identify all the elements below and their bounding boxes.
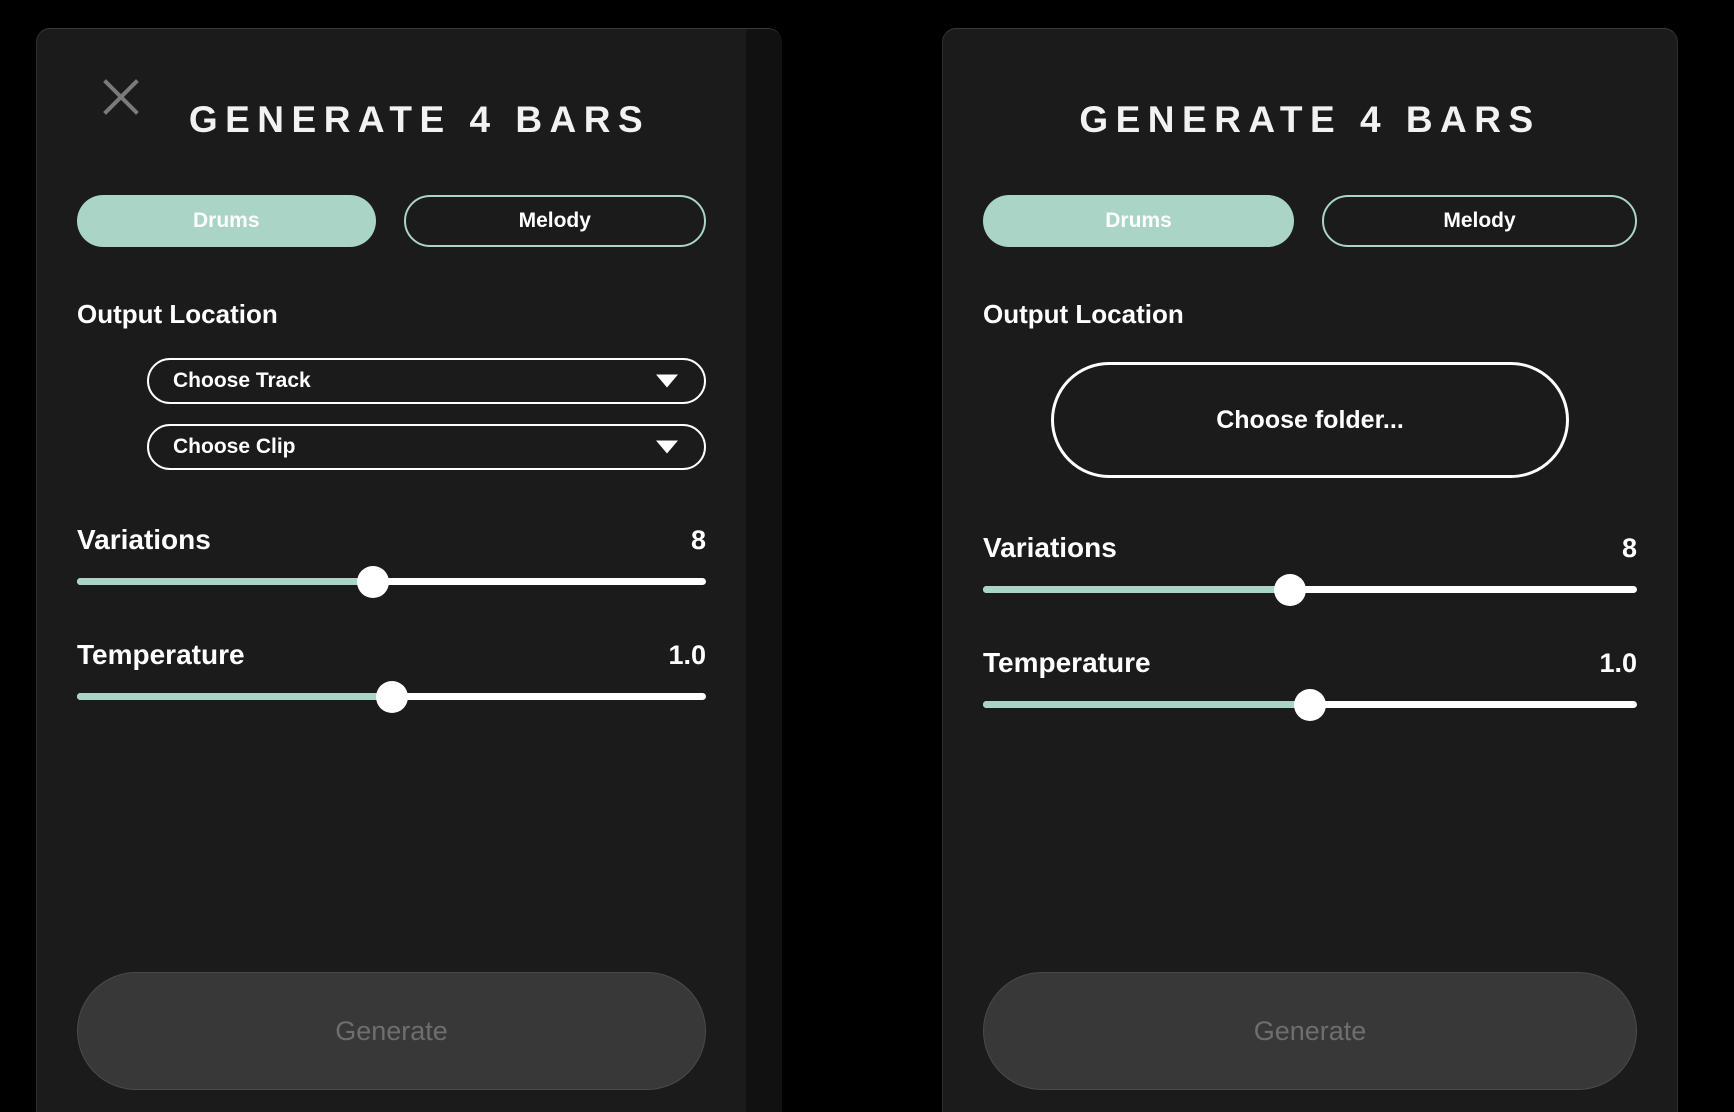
temperature-slider[interactable] bbox=[983, 688, 1637, 721]
variations-slider[interactable] bbox=[983, 573, 1637, 606]
mode-button-drums-label: Drums bbox=[1105, 209, 1172, 232]
temperature-slider-label: Temperature bbox=[983, 647, 1151, 678]
variations-slider-label: Variations bbox=[77, 524, 211, 555]
variations-slider-value: 8 bbox=[690, 525, 706, 555]
temperature-slider-value: 1.0 bbox=[1599, 648, 1637, 678]
temperature-slider-label: Temperature bbox=[77, 639, 245, 670]
choose-clip-dropdown[interactable]: Choose Clip bbox=[147, 424, 706, 470]
generate-dialog-track-mode: GENERATE 4 BARS Drums Melody Output Loca… bbox=[36, 28, 782, 1112]
mode-toggle-group: Drums Melody bbox=[37, 141, 782, 247]
variations-slider-label: Variations bbox=[983, 532, 1117, 563]
output-location-label: Output Location bbox=[77, 299, 278, 329]
mode-toggle-group: Drums Melody bbox=[943, 141, 1677, 247]
generate-button-wrap: Generate bbox=[77, 972, 706, 1090]
variations-slider-value: 8 bbox=[1621, 533, 1637, 563]
choose-track-dropdown[interactable]: Choose Track bbox=[147, 358, 706, 404]
temperature-slider-header: Temperature 1.0 bbox=[983, 647, 1637, 679]
variations-slider-group: Variations 8 bbox=[77, 524, 706, 598]
page-title: GENERATE 4 BARS bbox=[188, 99, 651, 140]
variations-slider-group: Variations 8 bbox=[983, 532, 1637, 606]
mode-button-drums[interactable]: Drums bbox=[983, 195, 1294, 247]
variations-slider-header: Variations 8 bbox=[983, 532, 1637, 564]
mode-button-melody[interactable]: Melody bbox=[403, 195, 706, 247]
chevron-down-icon bbox=[656, 374, 678, 388]
generate-button-wrap: Generate bbox=[983, 972, 1637, 1090]
mode-button-drums-label: Drums bbox=[192, 209, 260, 232]
generate-dialog-folder-mode: GENERATE 4 BARS Drums Melody Output Loca… bbox=[942, 28, 1678, 1112]
generate-button[interactable]: Generate bbox=[77, 972, 706, 1090]
screenshot-root: GENERATE 4 BARS Drums Melody Output Loca… bbox=[0, 0, 1734, 1112]
generate-button-label: Generate bbox=[1253, 1015, 1367, 1046]
variations-slider[interactable] bbox=[77, 565, 706, 598]
choose-clip-dropdown-label: Choose Clip bbox=[173, 435, 296, 458]
variations-slider-fill bbox=[983, 586, 1291, 593]
page-title: GENERATE 4 BARS bbox=[1079, 99, 1541, 140]
choose-folder-button[interactable]: Choose folder... bbox=[1051, 362, 1569, 478]
temperature-slider-group: Temperature 1.0 bbox=[983, 647, 1637, 721]
temperature-slider-thumb[interactable] bbox=[1294, 688, 1326, 721]
slider-section: Variations 8 Temperature 1.0 bbox=[37, 524, 782, 713]
chevron-down-icon bbox=[656, 440, 678, 454]
output-location-label: Output Location bbox=[983, 299, 1184, 329]
variations-slider-header: Variations 8 bbox=[77, 524, 706, 556]
temperature-slider-group: Temperature 1.0 bbox=[77, 639, 706, 713]
temperature-slider-header: Temperature 1.0 bbox=[77, 639, 706, 671]
generate-button[interactable]: Generate bbox=[983, 972, 1637, 1090]
temperature-slider-value: 1.0 bbox=[668, 640, 706, 670]
variations-slider-fill bbox=[77, 578, 373, 585]
output-location-controls: Choose Track Choose Clip bbox=[37, 330, 782, 470]
choose-track-dropdown-label: Choose Track bbox=[173, 369, 311, 392]
temperature-slider-fill bbox=[983, 701, 1310, 708]
temperature-slider-fill bbox=[77, 693, 392, 700]
temperature-slider-thumb[interactable] bbox=[375, 680, 408, 713]
choose-folder-button-label: Choose folder... bbox=[1216, 405, 1404, 434]
close-icon[interactable] bbox=[99, 75, 143, 119]
mode-button-melody[interactable]: Melody bbox=[1322, 195, 1637, 247]
generate-button-label: Generate bbox=[335, 1015, 448, 1046]
variations-slider-thumb[interactable] bbox=[1274, 573, 1307, 606]
mode-button-melody-label: Melody bbox=[1443, 209, 1516, 232]
mode-button-melody-label: Melody bbox=[518, 209, 591, 232]
temperature-slider[interactable] bbox=[77, 680, 706, 713]
variations-slider-thumb[interactable] bbox=[356, 565, 389, 598]
mode-button-drums[interactable]: Drums bbox=[77, 195, 376, 247]
output-location-controls: Choose folder... bbox=[943, 330, 1677, 478]
slider-section: Variations 8 Temperature 1.0 bbox=[943, 532, 1677, 721]
